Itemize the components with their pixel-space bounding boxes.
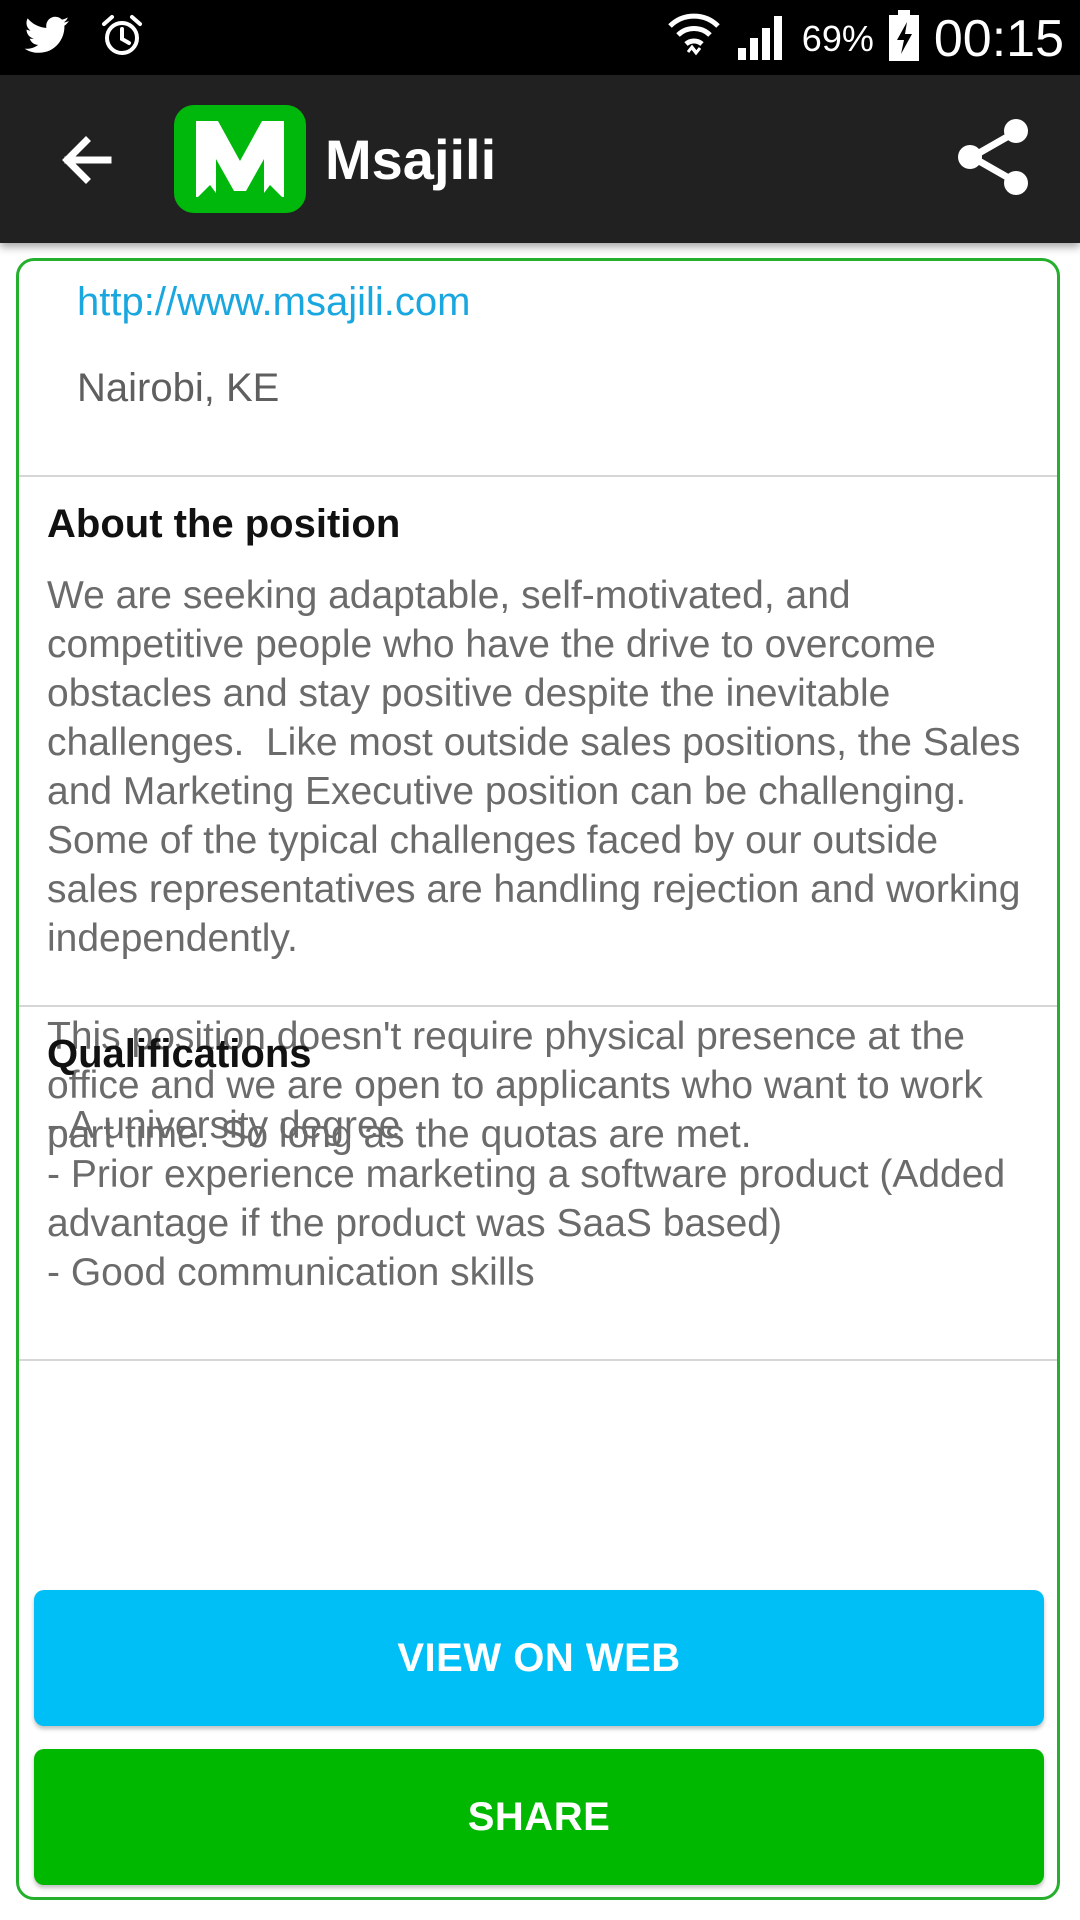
app-logo — [174, 105, 306, 213]
share-icon — [958, 119, 1028, 195]
share-action-button[interactable] — [952, 115, 1036, 199]
status-time: 00:15 — [933, 9, 1064, 68]
about-section: About the position We are seeking adapta… — [19, 475, 1057, 1156]
qualifications-body: - A university degree - Prior experience… — [47, 1104, 1006, 1294]
status-bar: 69% 00:15 — [0, 0, 1080, 75]
company-location: Nairobi, KE — [77, 366, 280, 410]
app-title: Msajili — [325, 128, 497, 191]
view-on-web-button[interactable]: VIEW ON WEB — [34, 1590, 1044, 1726]
battery-percent: 69% — [801, 17, 874, 59]
back-button[interactable] — [52, 125, 122, 195]
wifi-icon — [666, 8, 722, 69]
company-website-link[interactable]: http://www.msajili.com — [77, 275, 470, 329]
alarm-icon — [100, 14, 144, 63]
qualifications-title: Qualifications — [47, 1032, 312, 1076]
arrow-back-icon — [62, 136, 112, 184]
company-info: http://www.msajili.com Nairobi, KE — [19, 261, 1057, 477]
battery-charging-icon — [888, 10, 920, 67]
qualifications-section: Qualifications - A university degree - P… — [19, 1005, 1057, 1361]
signal-icon — [736, 10, 788, 67]
share-button[interactable]: SHARE — [34, 1749, 1044, 1885]
twitter-icon — [24, 16, 70, 61]
app-bar: Msajili — [0, 75, 1080, 243]
about-title: About the position — [47, 502, 401, 546]
job-detail-card: http://www.msajili.com Nairobi, KE About… — [16, 258, 1060, 1900]
